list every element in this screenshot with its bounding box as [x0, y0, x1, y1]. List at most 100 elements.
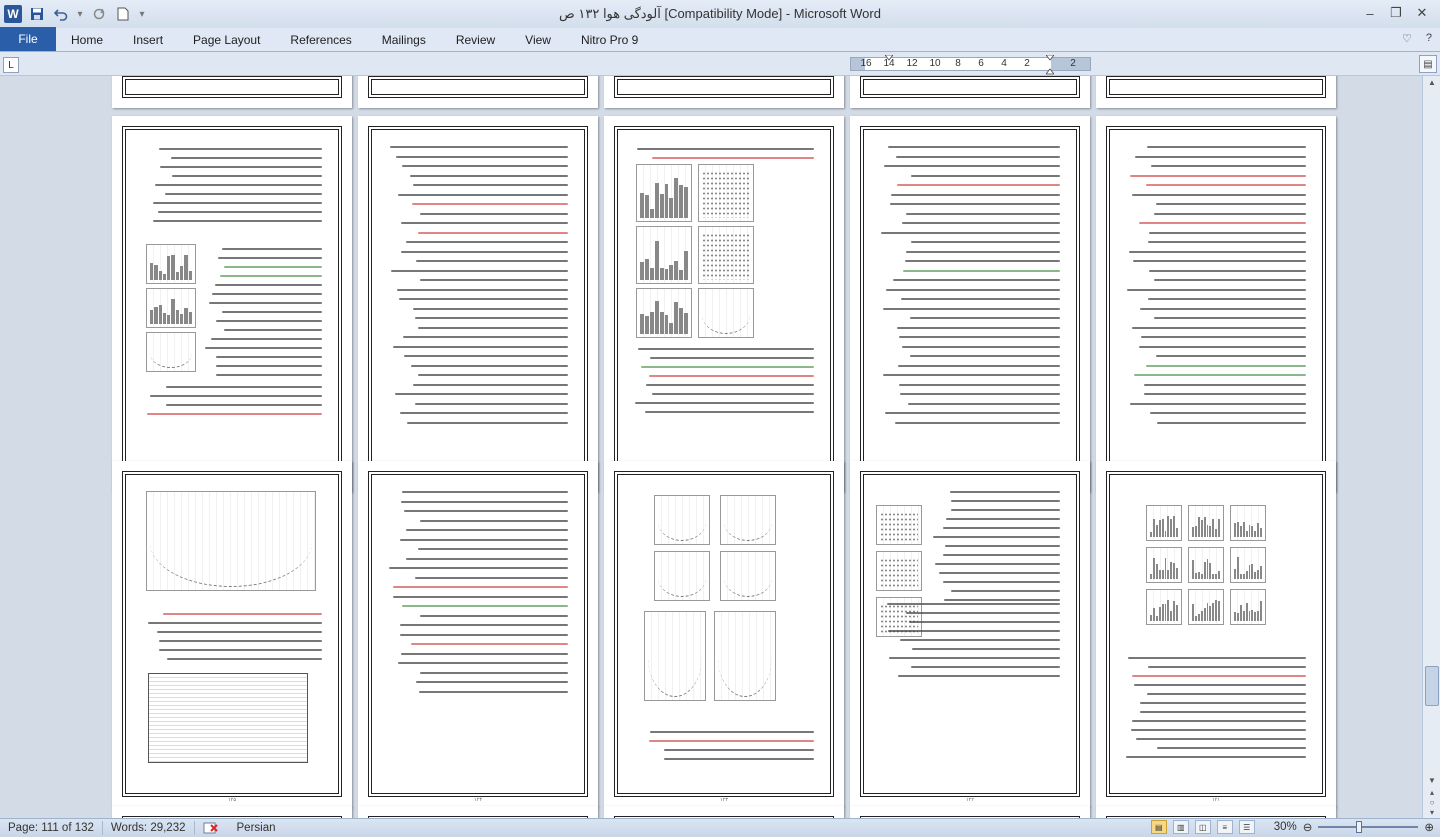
figure-bars [1150, 514, 1179, 537]
close-button[interactable]: ✕ [1410, 2, 1434, 24]
print-layout-view-button[interactable]: ▤ [1150, 820, 1167, 834]
text-line [210, 338, 322, 340]
horizontal-ruler[interactable]: 16 14 12 10 8 6 4 2 2 [850, 55, 1091, 75]
text-line [1148, 666, 1306, 668]
draft-view-button[interactable]: ☰ [1238, 820, 1255, 834]
full-screen-reading-button[interactable]: ▥ [1172, 820, 1189, 834]
text-line [911, 666, 1060, 668]
zoom-out-icon[interactable]: ⊖ [1303, 820, 1313, 834]
file-tab[interactable]: File [0, 27, 56, 51]
page-number: ۱۲۵ [227, 797, 237, 803]
web-layout-button[interactable]: ◫ [1194, 820, 1211, 834]
restore-button[interactable]: ❐ [1384, 2, 1408, 24]
document-page[interactable]: ۱۱۷ [850, 116, 1090, 492]
bar [1257, 611, 1260, 621]
undo-icon[interactable] [50, 3, 72, 25]
bar [162, 273, 167, 280]
document-page[interactable] [850, 806, 1090, 818]
save-icon[interactable] [26, 3, 48, 25]
bar [1212, 603, 1215, 621]
word-app-icon[interactable]: W [2, 3, 24, 25]
text-line [391, 269, 568, 272]
vertical-scrollbar[interactable]: ▲ ▼ ▴ ○ ▾ [1422, 76, 1440, 818]
bar [1215, 529, 1218, 537]
indent-marker-icon[interactable] [1046, 55, 1054, 75]
tab-insert[interactable]: Insert [118, 29, 178, 51]
bar [1173, 516, 1176, 537]
document-page[interactable] [604, 76, 844, 108]
tab-nitro-pro[interactable]: Nitro Pro 9 [566, 29, 653, 51]
text-line [897, 184, 1060, 186]
previous-page-icon[interactable]: ▴ [1426, 788, 1438, 797]
text-line [160, 166, 322, 168]
document-page[interactable]: ۱۱۹ [358, 116, 598, 492]
document-page[interactable]: ۱۲۴ [358, 461, 598, 807]
new-document-icon[interactable] [112, 3, 134, 25]
figure-bars [1234, 598, 1263, 621]
page-count[interactable]: Page: 111 of 132 [0, 822, 102, 834]
text-line [1133, 684, 1306, 686]
document-page[interactable]: ۱۲۵ [112, 461, 352, 807]
document-page[interactable]: ۱۲۰ [112, 116, 352, 492]
figure-curve [658, 502, 706, 541]
zoom-in-icon[interactable]: ⊕ [1424, 820, 1434, 834]
language-indicator[interactable]: Persian [229, 822, 284, 834]
tab-mailings[interactable]: Mailings [367, 29, 441, 51]
document-page[interactable] [358, 806, 598, 818]
proofing-status[interactable] [195, 821, 229, 835]
document-page[interactable] [112, 76, 352, 108]
zoom-slider-knob[interactable] [1356, 821, 1363, 833]
text-line [390, 146, 568, 148]
customize-qat-icon[interactable]: ▾ [136, 9, 148, 20]
tab-references[interactable]: References [275, 29, 366, 51]
document-canvas[interactable]: ۱۲۰۱۱۹۱۱۸۱۱۷۱۱۶ ۱۲۵ ۱۲۴ ۱۲۳ ۱۲۲ ۱۲۱ [0, 76, 1422, 818]
document-page[interactable] [604, 806, 844, 818]
bar [1192, 559, 1194, 579]
document-page[interactable] [1096, 806, 1336, 818]
undo-dropdown-icon[interactable]: ▾ [74, 9, 86, 20]
bar [1234, 612, 1236, 621]
text-line [1129, 402, 1306, 405]
word-count[interactable]: Words: 29,232 [103, 822, 194, 834]
page-number: ۱۲۱ [1211, 797, 1221, 803]
view-ruler-icon[interactable]: ▤ [1419, 55, 1437, 73]
outline-view-button[interactable]: ≡ [1216, 820, 1233, 834]
browse-object-icon[interactable]: ○ [1426, 798, 1438, 807]
bar [1200, 574, 1203, 579]
ruler-number: 16 [860, 58, 872, 69]
document-page[interactable] [850, 76, 1090, 108]
bar [1170, 561, 1173, 579]
zoom-slider[interactable] [1318, 820, 1419, 834]
document-page[interactable] [112, 806, 352, 818]
tab-view[interactable]: View [510, 29, 566, 51]
document-page[interactable]: ۱۱۸ [604, 116, 844, 492]
document-page[interactable]: ۱۱۶ [1096, 116, 1336, 492]
document-page[interactable]: ۱۲۳ [604, 461, 844, 807]
scroll-up-icon[interactable]: ▲ [1426, 78, 1438, 87]
minimize-ribbon-icon[interactable]: ♡ [1402, 32, 1412, 45]
bar [644, 316, 649, 334]
next-page-icon[interactable]: ▾ [1426, 808, 1438, 817]
figure-thumbnail [654, 551, 710, 601]
scroll-thumb[interactable] [1425, 666, 1439, 706]
tab-review[interactable]: Review [441, 29, 510, 51]
minimize-button[interactable]: ‒ [1358, 2, 1382, 24]
figure-thumbnail [1146, 589, 1182, 625]
tab-selector-button[interactable]: L [3, 57, 19, 73]
document-page[interactable]: ۱۲۲ [850, 461, 1090, 807]
zoom-level[interactable]: 30% [1267, 821, 1297, 833]
left-indent-marker-icon[interactable] [885, 55, 893, 75]
document-page[interactable] [358, 76, 598, 108]
figure-thumbnail [1230, 547, 1266, 583]
text-line [1138, 345, 1306, 348]
document-page[interactable] [1096, 76, 1336, 108]
tab-page-layout[interactable]: Page Layout [178, 29, 275, 51]
text-line [887, 630, 1060, 632]
document-page[interactable]: ۱۲۱ [1096, 461, 1336, 807]
scroll-down-icon[interactable]: ▼ [1426, 776, 1438, 785]
help-icon[interactable]: ? [1426, 32, 1432, 45]
bar [1234, 522, 1236, 537]
tab-home[interactable]: Home [56, 29, 118, 51]
redo-icon[interactable] [88, 3, 110, 25]
bar [1176, 528, 1179, 537]
